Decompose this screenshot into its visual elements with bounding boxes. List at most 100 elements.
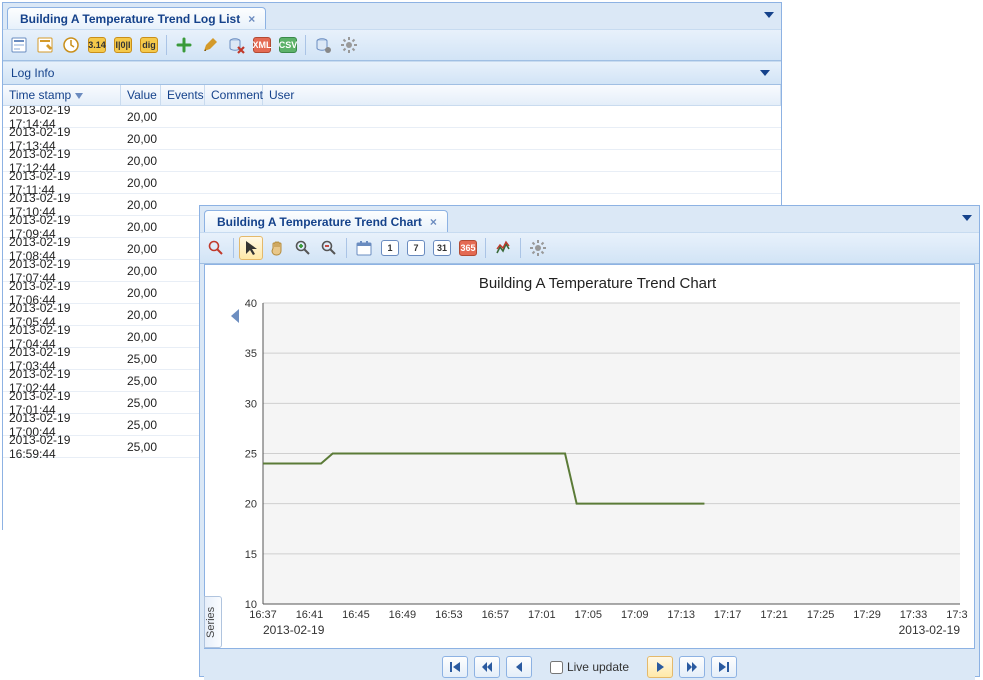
svg-text:16:57: 16:57: [482, 609, 510, 621]
cell-value: 20,00: [121, 176, 161, 190]
settings-gear-icon[interactable]: [526, 236, 550, 260]
svg-text:30: 30: [245, 398, 257, 410]
svg-text:16:45: 16:45: [342, 609, 370, 621]
export-xml-icon[interactable]: XML: [250, 33, 274, 57]
value-314-icon[interactable]: 3.14: [85, 33, 109, 57]
cell-value: 20,00: [121, 220, 161, 234]
cell-value: 20,00: [121, 330, 161, 344]
chart-body: Series Building A Temperature Trend Char…: [204, 264, 975, 649]
playback-bar: Live update: [204, 653, 975, 680]
config-db-icon[interactable]: [311, 33, 335, 57]
svg-text:17:29: 17:29: [853, 609, 881, 621]
column-header-comment[interactable]: Comment: [205, 85, 263, 105]
svg-text:17:09: 17:09: [621, 609, 649, 621]
cell-time: 2013-02-19 16:59:44: [3, 433, 121, 461]
play-icon[interactable]: [647, 656, 673, 678]
range-1-icon[interactable]: 1: [378, 236, 402, 260]
live-update-input[interactable]: [550, 661, 563, 674]
dig-icon[interactable]: dig: [137, 33, 161, 57]
svg-text:17:37: 17:37: [946, 609, 968, 621]
svg-text:17:21: 17:21: [760, 609, 788, 621]
delete-db-icon[interactable]: [224, 33, 248, 57]
svg-text:17:01: 17:01: [528, 609, 556, 621]
svg-text:16:53: 16:53: [435, 609, 463, 621]
chart-tabstrip: Building A Temperature Trend Chart ×: [200, 206, 979, 232]
svg-text:17:17: 17:17: [714, 609, 742, 621]
panel-menu-button[interactable]: [761, 7, 777, 23]
log-info-title: Log Info: [11, 66, 54, 80]
cell-value: 25,00: [121, 396, 161, 410]
pointer-arrow-icon[interactable]: [239, 236, 263, 260]
svg-text:2013-02-19: 2013-02-19: [263, 623, 325, 637]
cell-value: 20,00: [121, 198, 161, 212]
cell-value: 20,00: [121, 264, 161, 278]
column-header-time[interactable]: Time stamp: [3, 85, 121, 105]
svg-text:16:41: 16:41: [296, 609, 324, 621]
cell-value: 20,00: [121, 154, 161, 168]
log-tabstrip: Building A Temperature Trend Log List ×: [3, 3, 781, 29]
column-header-value[interactable]: Value: [121, 85, 161, 105]
svg-text:16:49: 16:49: [389, 609, 417, 621]
cell-value: 20,00: [121, 132, 161, 146]
cell-value: 20,00: [121, 110, 161, 124]
sort-desc-icon: [75, 88, 83, 102]
series-tab[interactable]: Series: [204, 596, 222, 648]
edit-form-icon[interactable]: [33, 33, 57, 57]
svg-text:2013-02-19: 2013-02-19: [899, 623, 961, 637]
svg-text:17:05: 17:05: [575, 609, 603, 621]
form-icon[interactable]: [7, 33, 31, 57]
close-icon[interactable]: ×: [248, 13, 255, 25]
close-icon[interactable]: ×: [430, 216, 437, 228]
cell-value: 20,00: [121, 286, 161, 300]
svg-text:16:37: 16:37: [249, 609, 277, 621]
step-back-icon[interactable]: [506, 656, 532, 678]
cell-value: 25,00: [121, 440, 161, 454]
last-icon[interactable]: [711, 656, 737, 678]
panel-menu-button[interactable]: [959, 210, 975, 226]
svg-text:40: 40: [245, 299, 257, 310]
first-icon[interactable]: [442, 656, 468, 678]
settings-gear-icon[interactable]: [337, 33, 361, 57]
cell-value: 25,00: [121, 418, 161, 432]
chart-area[interactable]: Building A Temperature Trend Chart 10152…: [227, 269, 968, 644]
cell-value: 25,00: [121, 374, 161, 388]
add-plus-icon[interactable]: [172, 33, 196, 57]
tab-chart[interactable]: Building A Temperature Trend Chart ×: [204, 210, 448, 232]
tab-chart-label: Building A Temperature Trend Chart: [217, 215, 422, 229]
zoom-in-icon[interactable]: [291, 236, 315, 260]
export-csv-icon[interactable]: CSV: [276, 33, 300, 57]
range-31-icon[interactable]: 31: [430, 236, 454, 260]
magnifier-search-icon[interactable]: [204, 236, 228, 260]
svg-text:35: 35: [245, 348, 257, 360]
chart-plot[interactable]: 1015202530354016:3716:4116:4516:4916:531…: [227, 299, 968, 644]
svg-text:17:25: 17:25: [807, 609, 835, 621]
cell-value: 20,00: [121, 308, 161, 322]
svg-text:15: 15: [245, 549, 257, 561]
fast-forward-icon[interactable]: [679, 656, 705, 678]
live-update-checkbox[interactable]: Live update: [550, 660, 629, 674]
log-toolbar: 3.14I|0|Idig XMLCSV: [3, 29, 781, 61]
tab-log-list-label: Building A Temperature Trend Log List: [20, 12, 240, 26]
cell-value: 20,00: [121, 242, 161, 256]
cell-value: 25,00: [121, 352, 161, 366]
tab-log-list[interactable]: Building A Temperature Trend Log List ×: [7, 7, 266, 29]
column-headers: Time stamp Value Events Comment User: [3, 85, 781, 106]
column-header-events[interactable]: Events: [161, 85, 205, 105]
range-365-icon[interactable]: 365: [456, 236, 480, 260]
log-info-header: Log Info: [3, 61, 781, 85]
zoom-out-icon[interactable]: [317, 236, 341, 260]
range-7-icon[interactable]: 7: [404, 236, 428, 260]
collapse-button[interactable]: [757, 65, 773, 81]
rewind-icon[interactable]: [474, 656, 500, 678]
clock-icon[interactable]: [59, 33, 83, 57]
autorange-icon[interactable]: [491, 236, 515, 260]
chart-panel: Building A Temperature Trend Chart × 173…: [199, 205, 980, 677]
io-icon[interactable]: I|0|I: [111, 33, 135, 57]
edit-pencil-icon[interactable]: [198, 33, 222, 57]
column-header-user[interactable]: User: [263, 85, 781, 105]
svg-text:17:13: 17:13: [667, 609, 695, 621]
chart-toolbar: 1731365: [200, 232, 979, 264]
hand-pan-icon[interactable]: [265, 236, 289, 260]
calendar-icon[interactable]: [352, 236, 376, 260]
chart-title: Building A Temperature Trend Chart: [227, 269, 968, 296]
